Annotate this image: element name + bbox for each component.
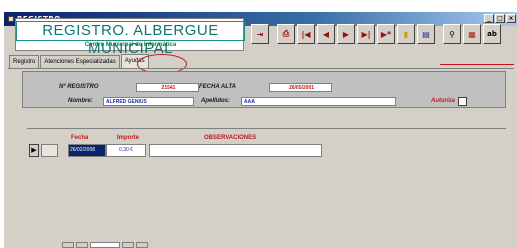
row-spacer xyxy=(41,144,58,157)
fecha-cell[interactable]: 26/02/2008 xyxy=(68,144,106,157)
importe-cell[interactable]: 0,30 € xyxy=(106,144,146,157)
app-icon xyxy=(8,16,14,22)
app-header: REGISTRO. ALBERGUE MUNICIPAL Centro Muni… xyxy=(15,18,245,57)
tab-atenciones-especializadas[interactable]: Atenciones Especializadas xyxy=(40,55,120,68)
autoriza-label: Autoriza xyxy=(431,98,455,104)
registro-field[interactable]: 21541 xyxy=(136,83,199,92)
save-record-icon: ▤ xyxy=(422,29,430,39)
previous-record-icon: ◀ xyxy=(322,29,330,39)
nombre-field[interactable]: ALFRED GENIUS xyxy=(103,97,194,106)
print-icon: ⎙ xyxy=(282,29,290,38)
record-navigation xyxy=(62,242,148,248)
tab-registro[interactable]: Registro xyxy=(9,55,40,68)
tab-strip: Registro Atenciones Especializadas Ayuda… xyxy=(9,54,150,68)
save-record-button[interactable]: ▤ xyxy=(417,24,435,44)
fecha-alta-field[interactable]: 26/05/2001 xyxy=(269,83,332,92)
app-title: REGISTRO. ALBERGUE MUNICIPAL xyxy=(16,21,245,57)
find-button[interactable]: ⚲ xyxy=(443,24,461,44)
report-button[interactable]: ▦ xyxy=(463,24,481,44)
tab-divider xyxy=(8,68,514,69)
new-record-icon: ▶* xyxy=(380,29,392,39)
ayudas-subform: Fecha Importe OBSERVACIONES ▶ 26/02/2008… xyxy=(27,128,506,243)
first-record-button[interactable]: |◀ xyxy=(297,24,315,44)
minimize-button[interactable]: _ xyxy=(484,14,494,23)
toolbar: ⇥ ⎙ |◀ ◀ ▶ ▶| ▶* ▮ ▤ ⚲ ▦ ab xyxy=(251,23,501,45)
fecha-column-header: Fecha xyxy=(71,135,89,141)
next-record-icon: ▶ xyxy=(342,29,350,39)
spellcheck-button[interactable]: ab xyxy=(483,24,501,44)
nav-first-button[interactable] xyxy=(62,242,74,248)
previous-record-button[interactable]: ◀ xyxy=(317,24,335,44)
new-record-button[interactable]: ▶* xyxy=(377,24,395,44)
record-number-field[interactable] xyxy=(90,242,120,248)
delete-record-button[interactable]: ▮ xyxy=(397,24,415,44)
apellidos-field[interactable]: AAA xyxy=(241,97,396,106)
observaciones-cell[interactable] xyxy=(149,144,322,157)
row-selector-icon[interactable]: ▶ xyxy=(29,144,39,157)
next-record-button[interactable]: ▶ xyxy=(337,24,355,44)
maximize-button[interactable]: □ xyxy=(495,14,505,23)
nav-prev-button[interactable] xyxy=(76,242,88,248)
record-header-panel: Nº REGISTRO 21541 FECHA ALTA 26/05/2001 … xyxy=(22,71,506,108)
fecha-alta-label: FECHA ALTA xyxy=(199,84,236,90)
autoriza-checkbox[interactable] xyxy=(458,97,467,106)
window-controls: _ □ × xyxy=(484,14,516,23)
observaciones-column-header: OBSERVACIONES xyxy=(204,135,257,141)
print-button[interactable]: ⎙ xyxy=(277,24,295,44)
nav-last-button[interactable] xyxy=(136,242,148,248)
apellidos-label: Apellidos: xyxy=(201,98,231,104)
binoculars-icon: ⚲ xyxy=(449,29,455,39)
close-button[interactable]: × xyxy=(506,14,516,23)
last-record-icon: ▶| xyxy=(361,29,371,39)
delete-record-icon: ▮ xyxy=(403,29,409,39)
registro-label: Nº REGISTRO xyxy=(59,84,99,90)
last-record-button[interactable]: ▶| xyxy=(357,24,375,44)
annotation-line xyxy=(440,64,514,65)
first-record-icon: |◀ xyxy=(301,29,311,39)
importe-column-header: Importe xyxy=(117,135,140,141)
spellcheck-icon: ab xyxy=(487,30,497,38)
report-icon: ▦ xyxy=(468,29,476,39)
nav-next-button[interactable] xyxy=(122,242,134,248)
exit-icon: ⇥ xyxy=(256,29,264,39)
app-subtitle: Centro Municipal de Informática xyxy=(84,42,177,48)
nombre-label: Nombre: xyxy=(68,98,93,104)
exit-button[interactable]: ⇥ xyxy=(251,24,269,44)
